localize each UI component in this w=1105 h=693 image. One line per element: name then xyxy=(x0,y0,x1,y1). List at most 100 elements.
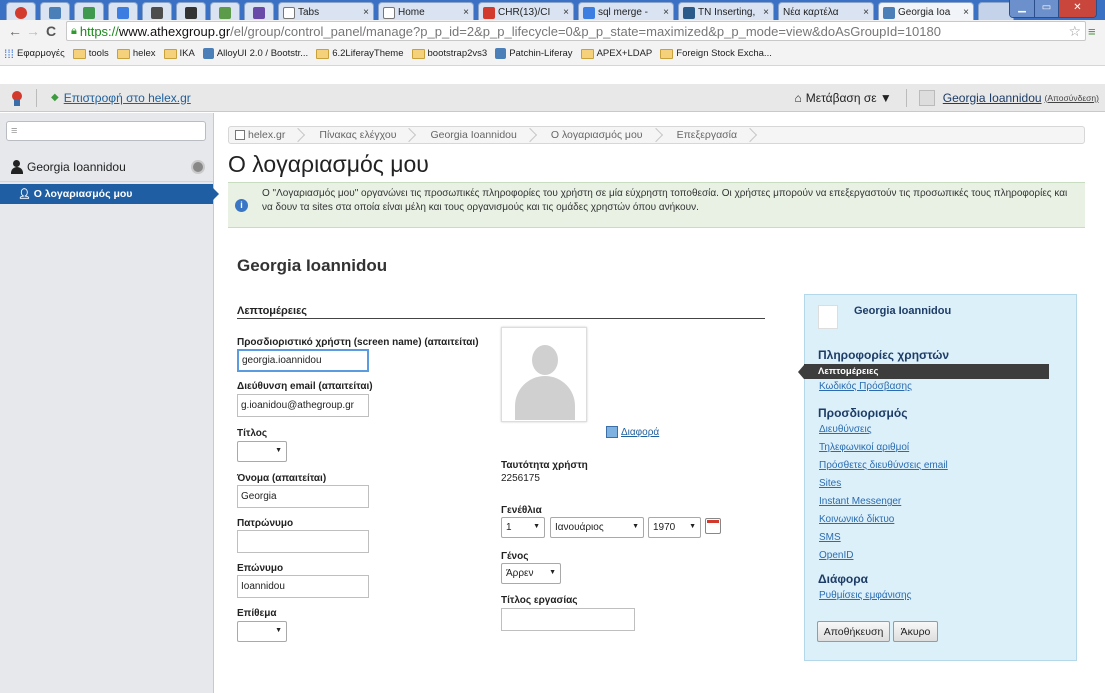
maximize-icon[interactable]: ▭ xyxy=(1034,0,1058,17)
apps-icon: ⁞⁞⁞ xyxy=(4,46,15,61)
last-name-input[interactable] xyxy=(237,575,369,598)
change-portrait-link[interactable]: Διαφορά xyxy=(606,426,659,438)
panel-item-details[interactable]: Λεπτομέρειες xyxy=(798,364,1049,379)
bookmark-apps[interactable]: ⁞⁞⁞ Εφαρμογές xyxy=(4,47,65,61)
middle-name-input[interactable] xyxy=(237,530,369,553)
tab-title: Home xyxy=(398,7,425,18)
url-input[interactable]: 🔒︎ https://www.athexgroup.gr/el/group/co… xyxy=(66,21,1086,41)
breadcrumb-item-user[interactable]: Georgia Ioannidou xyxy=(416,127,536,143)
first-name-input[interactable] xyxy=(237,485,369,508)
breadcrumb-item-edit: Επεξεργασία xyxy=(663,127,758,143)
breadcrumb-item-my-account[interactable]: Ο λογαριασμός μου xyxy=(537,127,663,143)
title-select[interactable]: ▼ xyxy=(237,441,287,462)
browser-tab-13[interactable]: Νέα καρτέλα × xyxy=(778,2,874,20)
screen-name-input[interactable] xyxy=(237,349,369,372)
bookmark-bootstrap[interactable]: bootstrap2vs3 xyxy=(411,48,487,59)
panel-link-social-network[interactable]: Κοινωνικό δίκτυο xyxy=(819,514,894,525)
dockbar-user-link[interactable]: Georgia Ioannidou xyxy=(943,91,1042,105)
panel-link-password[interactable]: Κωδικός Πρόσβασης xyxy=(819,381,912,392)
google-icon xyxy=(583,6,595,19)
bookmark-tools[interactable]: tools xyxy=(72,48,109,59)
back-arrow-icon[interactable]: ← xyxy=(6,23,24,39)
browser-tab-6[interactable] xyxy=(210,2,240,20)
close-icon[interactable]: × xyxy=(963,7,969,18)
bookmark-foreign-stock[interactable]: Foreign Stock Excha... xyxy=(660,48,772,59)
close-icon[interactable]: × xyxy=(563,7,569,18)
panel-link-phones[interactable]: Τηλεφωνικοί αριθμοί xyxy=(819,442,909,453)
browser-tab-11[interactable]: sql merge - × xyxy=(578,2,674,20)
email-input[interactable] xyxy=(237,394,369,417)
close-window-icon[interactable]: ✕ xyxy=(1058,0,1096,17)
browser-tab-3[interactable] xyxy=(108,2,138,20)
back-to-site-link[interactable]: Επιστροφή στο helex.gr xyxy=(64,91,191,105)
bookmark-liferay-theme[interactable]: 6.2LiferayTheme xyxy=(316,48,404,59)
bookmark-label: IKA xyxy=(179,48,195,59)
browser-tab-0[interactable] xyxy=(6,2,36,20)
bookmark-alloyui[interactable]: AlloyUI 2.0 / Bootstr... xyxy=(202,48,309,59)
browser-tab-2[interactable] xyxy=(74,2,104,20)
gender-select[interactable]: Άρρεν ▼ xyxy=(501,563,561,584)
back-icon: ◆ xyxy=(51,92,59,103)
bookmark-ika[interactable]: IKA xyxy=(163,48,195,59)
browser-tab-7[interactable] xyxy=(244,2,274,20)
browser-tab-5[interactable] xyxy=(176,2,206,20)
suffix-select[interactable]: ▼ xyxy=(237,621,287,642)
cancel-button[interactable]: Άκυρο xyxy=(893,621,938,642)
breadcrumb-item-control-panel[interactable]: Πίνακας ελέγχου xyxy=(305,127,416,143)
breadcrumb-item-site[interactable]: helex.gr xyxy=(229,127,305,143)
bookmark-star-icon[interactable]: ☆ xyxy=(1068,23,1081,40)
portrait-placeholder-head xyxy=(532,345,558,375)
toggle-icon[interactable] xyxy=(191,159,205,174)
go-to-menu[interactable]: Μετάβαση σε ▼ xyxy=(806,91,892,105)
liferay-icon xyxy=(202,48,214,59)
bookmark-label: Εφαρμογές xyxy=(17,48,65,59)
browser-tab-4[interactable] xyxy=(142,2,172,20)
reload-icon[interactable]: C xyxy=(42,23,60,39)
bookmark-apex-ldap[interactable]: APEX+LDAP xyxy=(580,48,652,59)
bookmarks-bar: ⁞⁞⁞ Εφαρμογές tools helex IKA AlloyUI 2.0… xyxy=(0,42,1105,66)
bookmark-patchin[interactable]: Patchin-Liferay xyxy=(495,48,573,59)
close-icon[interactable]: × xyxy=(863,7,869,18)
close-icon[interactable]: × xyxy=(763,7,769,18)
liferay-logo-icon xyxy=(10,90,24,106)
browser-tab-14[interactable]: Georgia Ioa × xyxy=(878,2,974,20)
sidebar-user-header[interactable]: Georgia Ioannidou xyxy=(0,152,213,182)
menu-icon[interactable]: ≡ xyxy=(1088,24,1096,39)
panel-link-additional-emails[interactable]: Πρόσθετες διευθύνσεις email xyxy=(819,460,948,471)
tab-title: Tabs xyxy=(298,7,320,18)
sidebar-item-my-account[interactable]: 👤︎ Ο λογαριασμός μου xyxy=(0,184,219,204)
portrait-image xyxy=(501,327,587,422)
browser-tab-10[interactable]: CHR(13)/CI × xyxy=(478,2,574,20)
panel-link-addresses[interactable]: Διευθύνσεις xyxy=(819,424,872,435)
birth-day-select[interactable]: 1 ▼ xyxy=(501,517,545,538)
browser-tab-8[interactable]: Tabs × xyxy=(278,2,374,20)
close-icon[interactable]: × xyxy=(363,7,369,18)
calendar-icon[interactable] xyxy=(705,518,721,534)
close-icon[interactable]: × xyxy=(663,7,669,18)
minimize-icon[interactable]: ▁ xyxy=(1010,0,1034,17)
panel-link-openid[interactable]: OpenID xyxy=(819,550,853,561)
browser-tab-9[interactable]: Home × xyxy=(378,2,474,20)
panel-link-sms[interactable]: SMS xyxy=(819,532,841,543)
sign-out-link[interactable]: (Αποσύνδεση) xyxy=(1045,93,1099,103)
panel-link-display-settings[interactable]: Ρυθμίσεις εμφάνισης xyxy=(819,590,911,601)
forward-arrow-icon[interactable]: → xyxy=(24,23,42,39)
folder-icon xyxy=(580,48,594,59)
sidebar-search-input[interactable]: ≡ xyxy=(6,121,206,141)
birth-month-select[interactable]: Ιανουάριος ▼ xyxy=(550,517,644,538)
window-controls: ▁ ▭ ✕ xyxy=(1009,0,1097,18)
mail-icon xyxy=(253,6,265,19)
bookmark-label: Patchin-Liferay xyxy=(509,48,573,59)
identification-heading: Προσδιορισμός xyxy=(818,406,908,420)
bookmark-label: AlloyUI 2.0 / Bootstr... xyxy=(216,48,309,59)
save-button[interactable]: Αποθήκευση xyxy=(817,621,890,642)
job-title-input[interactable] xyxy=(501,608,635,631)
panel-link-instant-messenger[interactable]: Instant Messenger xyxy=(819,496,901,507)
browser-tab-1[interactable] xyxy=(40,2,70,20)
birth-year-select[interactable]: 1970 ▼ xyxy=(648,517,701,538)
panel-link-sites[interactable]: Sites xyxy=(819,478,841,489)
bookmark-helex[interactable]: helex xyxy=(116,48,156,59)
close-icon[interactable]: × xyxy=(463,7,469,18)
account-icon: 👤︎ xyxy=(18,188,31,200)
browser-tab-12[interactable]: TN Inserting, U × xyxy=(678,2,774,20)
